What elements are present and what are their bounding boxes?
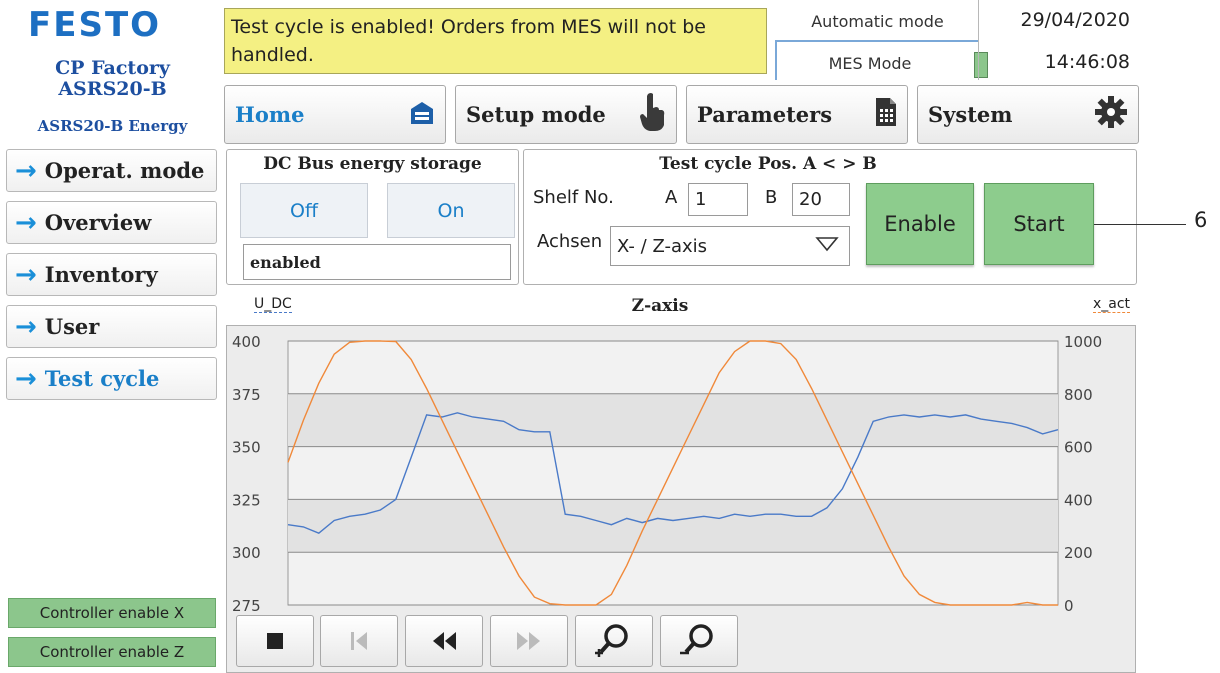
chart-plot-area <box>287 340 1059 606</box>
tab-system[interactable]: System <box>917 85 1139 144</box>
chart-left-tick-label: 400 <box>232 333 261 351</box>
nav-label: Operat. mode <box>44 158 205 183</box>
forward-icon <box>517 632 540 650</box>
arrow-right-icon: → <box>15 207 37 238</box>
skip-start-icon <box>351 632 367 650</box>
chart-right-tick-label: 0 <box>1064 597 1074 615</box>
stop-button[interactable] <box>236 615 314 667</box>
chart-right-tick-label: 200 <box>1064 544 1093 562</box>
test-cycle-title: Test cycle Pos. A < > B <box>659 154 877 174</box>
svg-text:FESTO: FESTO <box>28 6 161 42</box>
festo-logo: FESTO <box>24 5 204 45</box>
energy-status-value: enabled <box>250 252 321 272</box>
date-display: 29/04/2020 <box>1020 9 1130 31</box>
arrow-right-icon: → <box>15 363 37 394</box>
enable-button[interactable]: Enable <box>866 183 974 265</box>
chart-right-tick-label: 600 <box>1064 439 1093 457</box>
forward-button[interactable] <box>490 615 568 667</box>
arrow-right-icon: → <box>15 155 37 186</box>
shelf-no-label: Shelf No. <box>533 187 614 208</box>
z-axis-chart: 400 375 350 325 300 275 1000 800 600 400 200 0 <box>232 333 1102 615</box>
header-divider-left <box>775 40 777 80</box>
energy-on-button[interactable]: On <box>387 183 515 238</box>
zoom-out-icon <box>680 624 713 655</box>
skip-start-button[interactable] <box>320 615 398 667</box>
nav-label: User <box>44 314 100 339</box>
zoom-in-icon <box>595 624 628 657</box>
chart-left-tick-label: 350 <box>232 439 261 457</box>
status-message: Test cycle is enabled! Orders from MES w… <box>224 8 767 74</box>
nav-label: Overview <box>44 210 152 235</box>
chart-band <box>288 393 1058 447</box>
controller-enable-x-badge: Controller enable X <box>8 598 216 628</box>
hand-pointer-icon <box>638 92 666 137</box>
brand-line-3: ASRS20-B Energy <box>37 117 188 135</box>
energy-status-field: enabled <box>243 244 511 280</box>
chart-title: Z-axis <box>631 296 689 316</box>
tab-parameters[interactable]: Parameters <box>686 85 908 144</box>
controller-enable-z-badge: Controller enable Z <box>8 637 216 667</box>
axes-label: Achsen <box>537 231 603 252</box>
shelf-a-label: A <box>665 187 678 208</box>
chart-right-tick-label: 400 <box>1064 491 1093 509</box>
mes-mode-label: MES Mode <box>828 53 912 73</box>
energy-off-button[interactable]: Off <box>240 183 368 238</box>
chart-left-tick-label: 375 <box>232 386 261 404</box>
gear-icon <box>1094 95 1128 134</box>
brand-line-2: ASRS20-B <box>58 78 167 100</box>
axes-select-value: X- / Z-axis <box>617 235 708 257</box>
chevron-down-icon <box>815 236 839 257</box>
header-divider-right <box>978 0 979 80</box>
callout-number: 6 <box>1194 208 1208 232</box>
start-button[interactable]: Start <box>984 183 1094 265</box>
zoom-in-button[interactable] <box>575 615 653 667</box>
arrow-right-icon: → <box>15 259 37 290</box>
tab-setup-mode[interactable]: Setup mode <box>455 85 677 144</box>
stop-icon <box>267 633 283 649</box>
chart-right-tick-label: 800 <box>1064 386 1093 404</box>
automatic-mode-label: Automatic mode <box>811 11 944 31</box>
energy-storage-title: DC Bus energy storage <box>263 154 482 174</box>
chart-left-tick-label: 325 <box>232 491 261 509</box>
chart-right-tick-label: 1000 <box>1064 333 1102 351</box>
shelf-b-input[interactable]: 20 <box>792 183 850 216</box>
chart-band <box>288 499 1058 553</box>
rewind-icon <box>433 632 456 650</box>
chart-left-tick-label: 300 <box>232 544 261 562</box>
shelf-b-label: B <box>765 187 778 208</box>
header-divider-top <box>775 40 978 42</box>
brand-line-1: CP Factory <box>55 57 170 79</box>
spreadsheet-icon <box>875 97 897 132</box>
tab-home[interactable]: Home <box>224 85 446 144</box>
arrow-right-icon: → <box>15 311 37 342</box>
nav-overview[interactable]: → Overview <box>6 201 217 244</box>
tab-label: Setup mode <box>466 102 606 127</box>
shelf-a-value: 1 <box>695 189 707 210</box>
shelf-a-input[interactable]: 1 <box>688 183 748 216</box>
nav-test-cycle[interactable]: → Test cycle <box>6 357 217 400</box>
tab-label: Parameters <box>697 102 833 127</box>
nav-inventory[interactable]: → Inventory <box>6 253 217 296</box>
callout-line <box>1094 224 1186 225</box>
shelf-b-value: 20 <box>799 189 822 210</box>
chart-left-tick-label: 275 <box>232 597 261 615</box>
garage-icon <box>409 99 435 130</box>
zoom-out-button[interactable] <box>660 615 738 667</box>
rewind-button[interactable] <box>405 615 483 667</box>
tab-label: Home <box>235 102 305 127</box>
nav-label: Inventory <box>44 262 158 287</box>
chart-left-axis-label: U_DC <box>254 296 292 313</box>
axes-select[interactable]: X- / Z-axis <box>610 226 850 266</box>
tab-label: System <box>928 102 1013 127</box>
time-display: 14:46:08 <box>1044 51 1130 73</box>
chart-right-axis-label: x_act <box>1093 296 1131 313</box>
nav-label: Test cycle <box>44 366 160 391</box>
nav-operat-mode[interactable]: → Operat. mode <box>6 149 217 192</box>
nav-user[interactable]: → User <box>6 305 217 348</box>
